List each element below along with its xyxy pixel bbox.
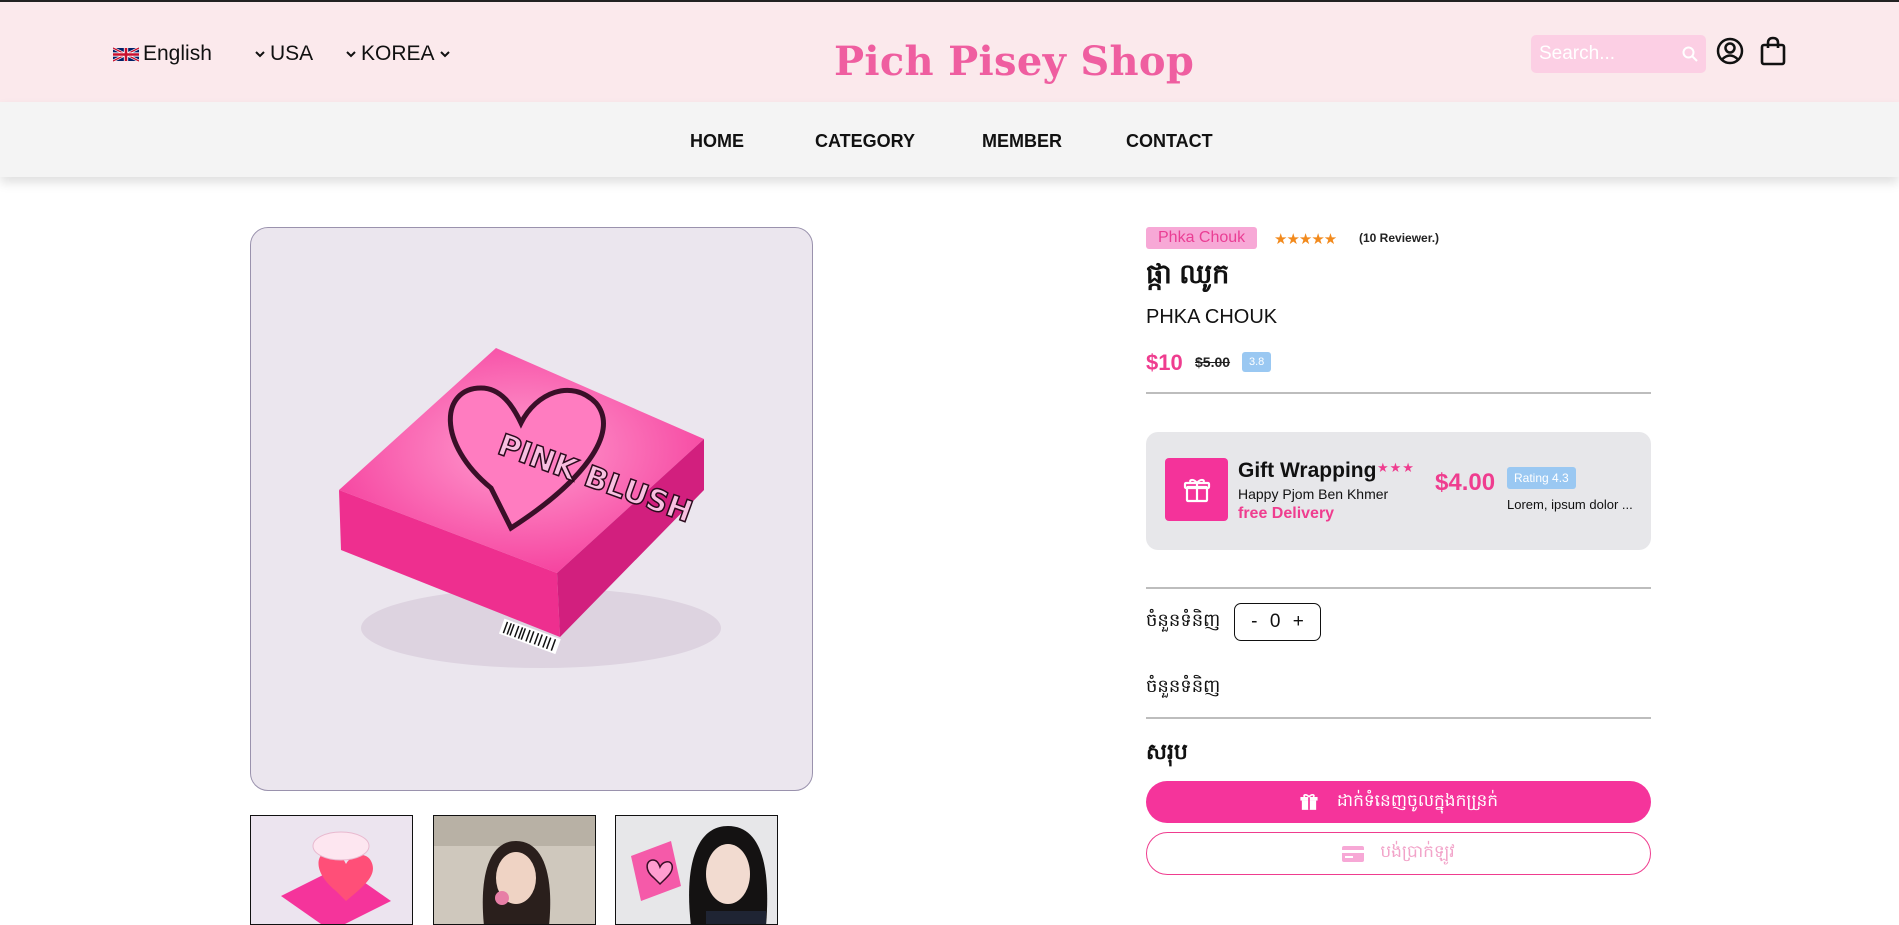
product-old-price: $5.00 (1195, 354, 1231, 370)
quantity-value: 0 (1269, 611, 1281, 632)
add-to-cart-label: ដាក់ទំនេញចូលក្នុងកន្រ្រក់ (1336, 790, 1499, 810)
language-selector[interactable]: English (113, 42, 212, 66)
origin-label: KOREA (361, 42, 435, 65)
add-to-cart-button[interactable]: ដាក់ទំនេញចូលក្នុងកន្រ្រក់ (1146, 781, 1651, 823)
language-label: English (143, 42, 212, 65)
rating-stars: ★★★★★ (1274, 231, 1337, 248)
nav-home[interactable]: HOME (690, 131, 744, 152)
gift-description: Lorem, ipsum dolor ... (1507, 497, 1633, 512)
thumbnail-1[interactable] (250, 815, 413, 925)
nav-member[interactable]: MEMBER (982, 131, 1062, 152)
gift-icon (1183, 478, 1210, 502)
thumbnail-2[interactable] (433, 815, 596, 925)
quantity-label-secondary: ចំនួនទំនិញ (1146, 676, 1221, 696)
search-icon[interactable] (1682, 46, 1698, 62)
free-delivery-label: free Delivery (1238, 505, 1335, 522)
blush-box-image: PINK BLUSH (339, 348, 721, 668)
chevron-down-icon (346, 51, 356, 58)
summary-label: សរុប (1146, 739, 1188, 764)
reviewer-count[interactable]: (10 Reviewer.) (1359, 231, 1439, 245)
pay-now-label: បង់ប្រាក់ឡូវ (1380, 842, 1455, 861)
shopping-bag-icon[interactable] (1759, 36, 1787, 66)
search-box (1531, 35, 1706, 73)
region-selector[interactable]: USA (254, 42, 313, 66)
thumbnail-model-image (616, 816, 777, 924)
thumbnail-model-image (434, 816, 595, 924)
divider (1146, 717, 1651, 719)
shop-logo[interactable]: Pich Pisey Shop (834, 38, 1194, 85)
gift-price: $4.00 (1435, 469, 1496, 496)
chevron-down-icon (255, 51, 265, 58)
top-bar: English USA KOREA Pich Pisey Shop (0, 2, 1899, 102)
quantity-increment-button[interactable]: + (1293, 611, 1304, 633)
divider (1146, 587, 1651, 589)
nav-category[interactable]: CATEGORY (815, 131, 915, 152)
region-label: USA (270, 42, 314, 65)
quantity-label: ចំនួនទំនិញ (1146, 610, 1221, 630)
uk-flag-icon (113, 46, 139, 62)
credit-card-icon (1342, 845, 1365, 862)
gift-subtitle: Happy Pjom Ben Khmer (1238, 486, 1389, 502)
gift-wrapping-card[interactable]: Gift Wrapping ★★★ Happy Pjom Ben Khmer f… (1146, 432, 1651, 550)
user-account-icon[interactable] (1716, 37, 1744, 65)
gift-icon (1300, 794, 1318, 810)
search-input[interactable] (1539, 43, 1667, 65)
chevron-down-icon (439, 51, 450, 58)
thumbnail-3[interactable] (615, 815, 778, 925)
pay-now-button[interactable]: បង់ប្រាក់ឡូវ (1146, 832, 1651, 875)
product-title-khmer: ផ្កា ឈូក (1146, 259, 1230, 289)
gift-icon-box (1165, 458, 1228, 521)
quantity-stepper: - 0 + (1234, 603, 1321, 641)
thumbnail-compact-image (251, 816, 412, 924)
main-nav: HOME CATEGORY MEMBER CONTACT (0, 102, 1899, 177)
gift-stars: ★★★ (1377, 460, 1415, 475)
product-price: $10 (1146, 350, 1183, 375)
brand-badge[interactable]: Phka Chouk (1146, 227, 1258, 249)
gift-title: Gift Wrapping (1238, 459, 1377, 482)
gift-rating-badge: Rating 4.3 (1507, 467, 1576, 489)
origin-selector[interactable]: KOREA (345, 42, 451, 66)
discount-badge: 3.8 (1242, 352, 1272, 372)
nav-contact[interactable]: CONTACT (1126, 131, 1213, 152)
product-title-english: PHKA CHOUK (1146, 306, 1278, 328)
product-main-image[interactable]: PINK BLUSH (250, 227, 813, 791)
quantity-decrement-button[interactable]: - (1251, 611, 1257, 633)
divider (1146, 392, 1651, 394)
